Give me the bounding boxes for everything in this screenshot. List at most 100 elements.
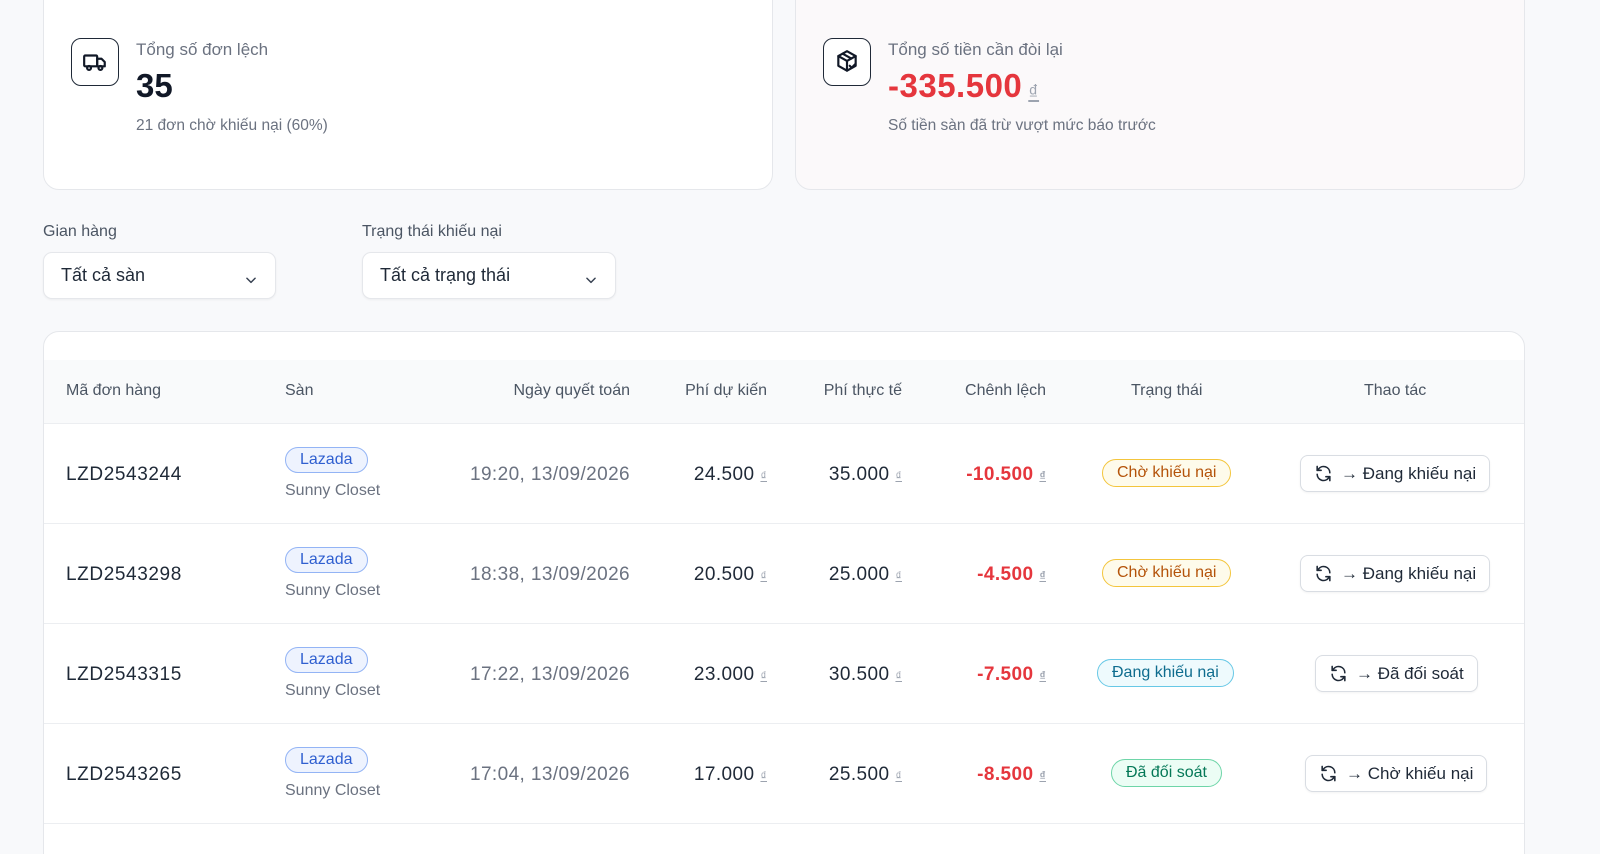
fee-actual: 30.500 ₫ — [829, 664, 902, 686]
currency-symbol: ₫ — [895, 569, 902, 583]
platform-badge: Lazada — [285, 747, 368, 773]
package-check-icon — [823, 38, 871, 86]
refresh-icon — [1331, 665, 1346, 682]
difference: -10.500 ₫ — [966, 464, 1046, 486]
refresh-icon — [1316, 565, 1331, 582]
shop-filter-value: Tất cả sàn — [61, 265, 146, 285]
shop-name: Sunny Closet — [285, 482, 381, 499]
order-id: LZD2543315 — [66, 664, 182, 685]
status-filter-label: Trạng thái khiếu nại — [362, 223, 502, 240]
col-diff: Chênh lệch — [965, 382, 1046, 399]
refresh-icon — [1321, 765, 1336, 782]
difference-value: -10.500 — [966, 464, 1034, 485]
currency-symbol: ₫ — [895, 469, 902, 483]
difference-value: -7.500 — [977, 664, 1034, 685]
order-id: LZD2543265 — [66, 764, 182, 785]
fee-expected: 17.000 ₫ — [694, 764, 767, 786]
fee-expected: 24.500 ₫ — [694, 464, 767, 486]
refund-label: Tổng số tiền cần đòi lại — [888, 40, 1063, 59]
settlement-date: 18:38, 13/09/2026 — [470, 564, 630, 585]
change-status-label: → Đã đối soát — [1356, 663, 1464, 683]
status-badge: Đang khiếu nại — [1097, 659, 1234, 687]
fee-actual: 25.000 ₫ — [829, 564, 902, 586]
chevron-down-icon — [586, 277, 596, 283]
table-row: LZD2543315 Lazada Sunny Closet 17:22, 13… — [44, 624, 1524, 724]
currency-symbol: ₫ — [895, 769, 902, 783]
refund-amount: -335.500 ₫ — [888, 67, 1039, 105]
change-status-button[interactable]: → Đang khiếu nại — [1300, 455, 1491, 492]
shop-name: Sunny Closet — [285, 682, 381, 699]
change-status-button[interactable]: → Đang khiếu nại — [1300, 555, 1491, 592]
platform-badge: Lazada — [285, 447, 368, 473]
currency-symbol: ₫ — [1039, 669, 1046, 683]
currency-symbol: ₫ — [760, 569, 767, 583]
difference-value: -4.500 — [977, 564, 1034, 585]
orders-table: Mã đơn hàng Sàn Ngày quyết toán Phí dự k… — [43, 331, 1525, 854]
col-fee-expected: Phí dự kiến — [685, 382, 767, 399]
currency-symbol: ₫ — [760, 469, 767, 483]
currency-symbol: ₫ — [1039, 569, 1046, 583]
refund-subtext: Số tiền sàn đã trừ vượt mức báo trước — [888, 117, 1156, 134]
currency-symbol: ₫ — [760, 669, 767, 683]
platform-badge: Lazada — [285, 647, 368, 673]
fee-actual-value: 35.000 — [828, 464, 890, 485]
col-fee-actual: Phí thực tế — [823, 382, 902, 399]
fee-expected-value: 17.000 — [693, 764, 755, 785]
col-status: Trạng thái — [1131, 382, 1203, 399]
currency-symbol: ₫ — [1028, 82, 1040, 104]
fee-expected-value: 24.500 — [693, 464, 755, 485]
settlement-date: 17:04, 13/09/2026 — [470, 764, 630, 785]
fee-expected: 23.000 ₫ — [694, 664, 767, 686]
status-filter-select[interactable]: Tất cả trạng thái — [362, 252, 616, 299]
truck-icon — [71, 38, 119, 86]
change-status-button[interactable]: → Đã đối soát — [1315, 655, 1478, 692]
status-badge: Chờ khiếu nại — [1102, 559, 1232, 587]
settlement-date: 17:22, 13/09/2026 — [470, 664, 630, 685]
change-status-label: → Chờ khiếu nại — [1346, 763, 1474, 783]
fee-actual-value: 25.000 — [828, 564, 890, 585]
currency-symbol: ₫ — [1039, 769, 1046, 783]
refund-summary-card: Tổng số tiền cần đòi lại -335.500 ₫ Số ti… — [795, 0, 1525, 190]
mismatch-label: Tổng số đơn lệch — [136, 40, 269, 59]
change-status-label: → Đang khiếu nại — [1341, 563, 1477, 583]
difference: -7.500 ₫ — [977, 664, 1046, 686]
change-status-button[interactable]: → Chờ khiếu nại — [1305, 755, 1488, 792]
order-id: LZD2543244 — [66, 464, 182, 485]
settlement-date: 19:20, 13/09/2026 — [470, 464, 630, 485]
table-row: LZD2543298 Lazada Sunny Closet 18:38, 13… — [44, 524, 1524, 624]
shop-name: Sunny Closet — [285, 582, 381, 599]
refresh-icon — [1316, 465, 1331, 482]
fee-actual-value: 30.500 — [828, 664, 890, 685]
refund-value: -335.500 — [888, 67, 1023, 104]
order-id: LZD2543298 — [66, 564, 182, 585]
fee-actual: 25.500 ₫ — [829, 764, 902, 786]
mismatch-summary-card: Tổng số đơn lệch 35 21 đơn chờ khiếu nại… — [43, 0, 773, 190]
fee-expected-value: 23.000 — [693, 664, 755, 685]
col-platform: Sàn — [285, 382, 314, 399]
fee-actual: 35.000 ₫ — [829, 464, 902, 486]
chevron-down-icon — [246, 277, 256, 283]
fee-actual-value: 25.500 — [828, 764, 890, 785]
fee-expected-value: 20.500 — [693, 564, 755, 585]
difference: -8.500 ₫ — [977, 764, 1046, 786]
currency-symbol: ₫ — [1039, 469, 1046, 483]
shop-filter-select[interactable]: Tất cả sàn — [43, 252, 276, 299]
shop-filter-label: Gian hàng — [43, 223, 117, 240]
currency-symbol: ₫ — [895, 669, 902, 683]
status-filter-value: Tất cả trạng thái — [380, 265, 511, 285]
table-row: LZD2543265 Lazada Sunny Closet 17:04, 13… — [44, 724, 1524, 824]
mismatch-count: 35 — [136, 67, 173, 104]
col-order-id: Mã đơn hàng — [66, 382, 161, 399]
status-badge: Đã đối soát — [1111, 759, 1222, 787]
fee-expected: 20.500 ₫ — [694, 564, 767, 586]
change-status-label: → Đang khiếu nại — [1341, 463, 1477, 483]
currency-symbol: ₫ — [760, 769, 767, 783]
difference-value: -8.500 — [977, 764, 1034, 785]
shop-name: Sunny Closet — [285, 782, 381, 799]
mismatch-subtext: 21 đơn chờ khiếu nại (60%) — [136, 117, 328, 134]
status-badge: Chờ khiếu nại — [1102, 459, 1232, 487]
table-header: Mã đơn hàng Sàn Ngày quyết toán Phí dự k… — [44, 360, 1524, 424]
platform-badge: Lazada — [285, 547, 368, 573]
difference: -4.500 ₫ — [977, 564, 1046, 586]
col-action: Thao tác — [1364, 382, 1427, 399]
